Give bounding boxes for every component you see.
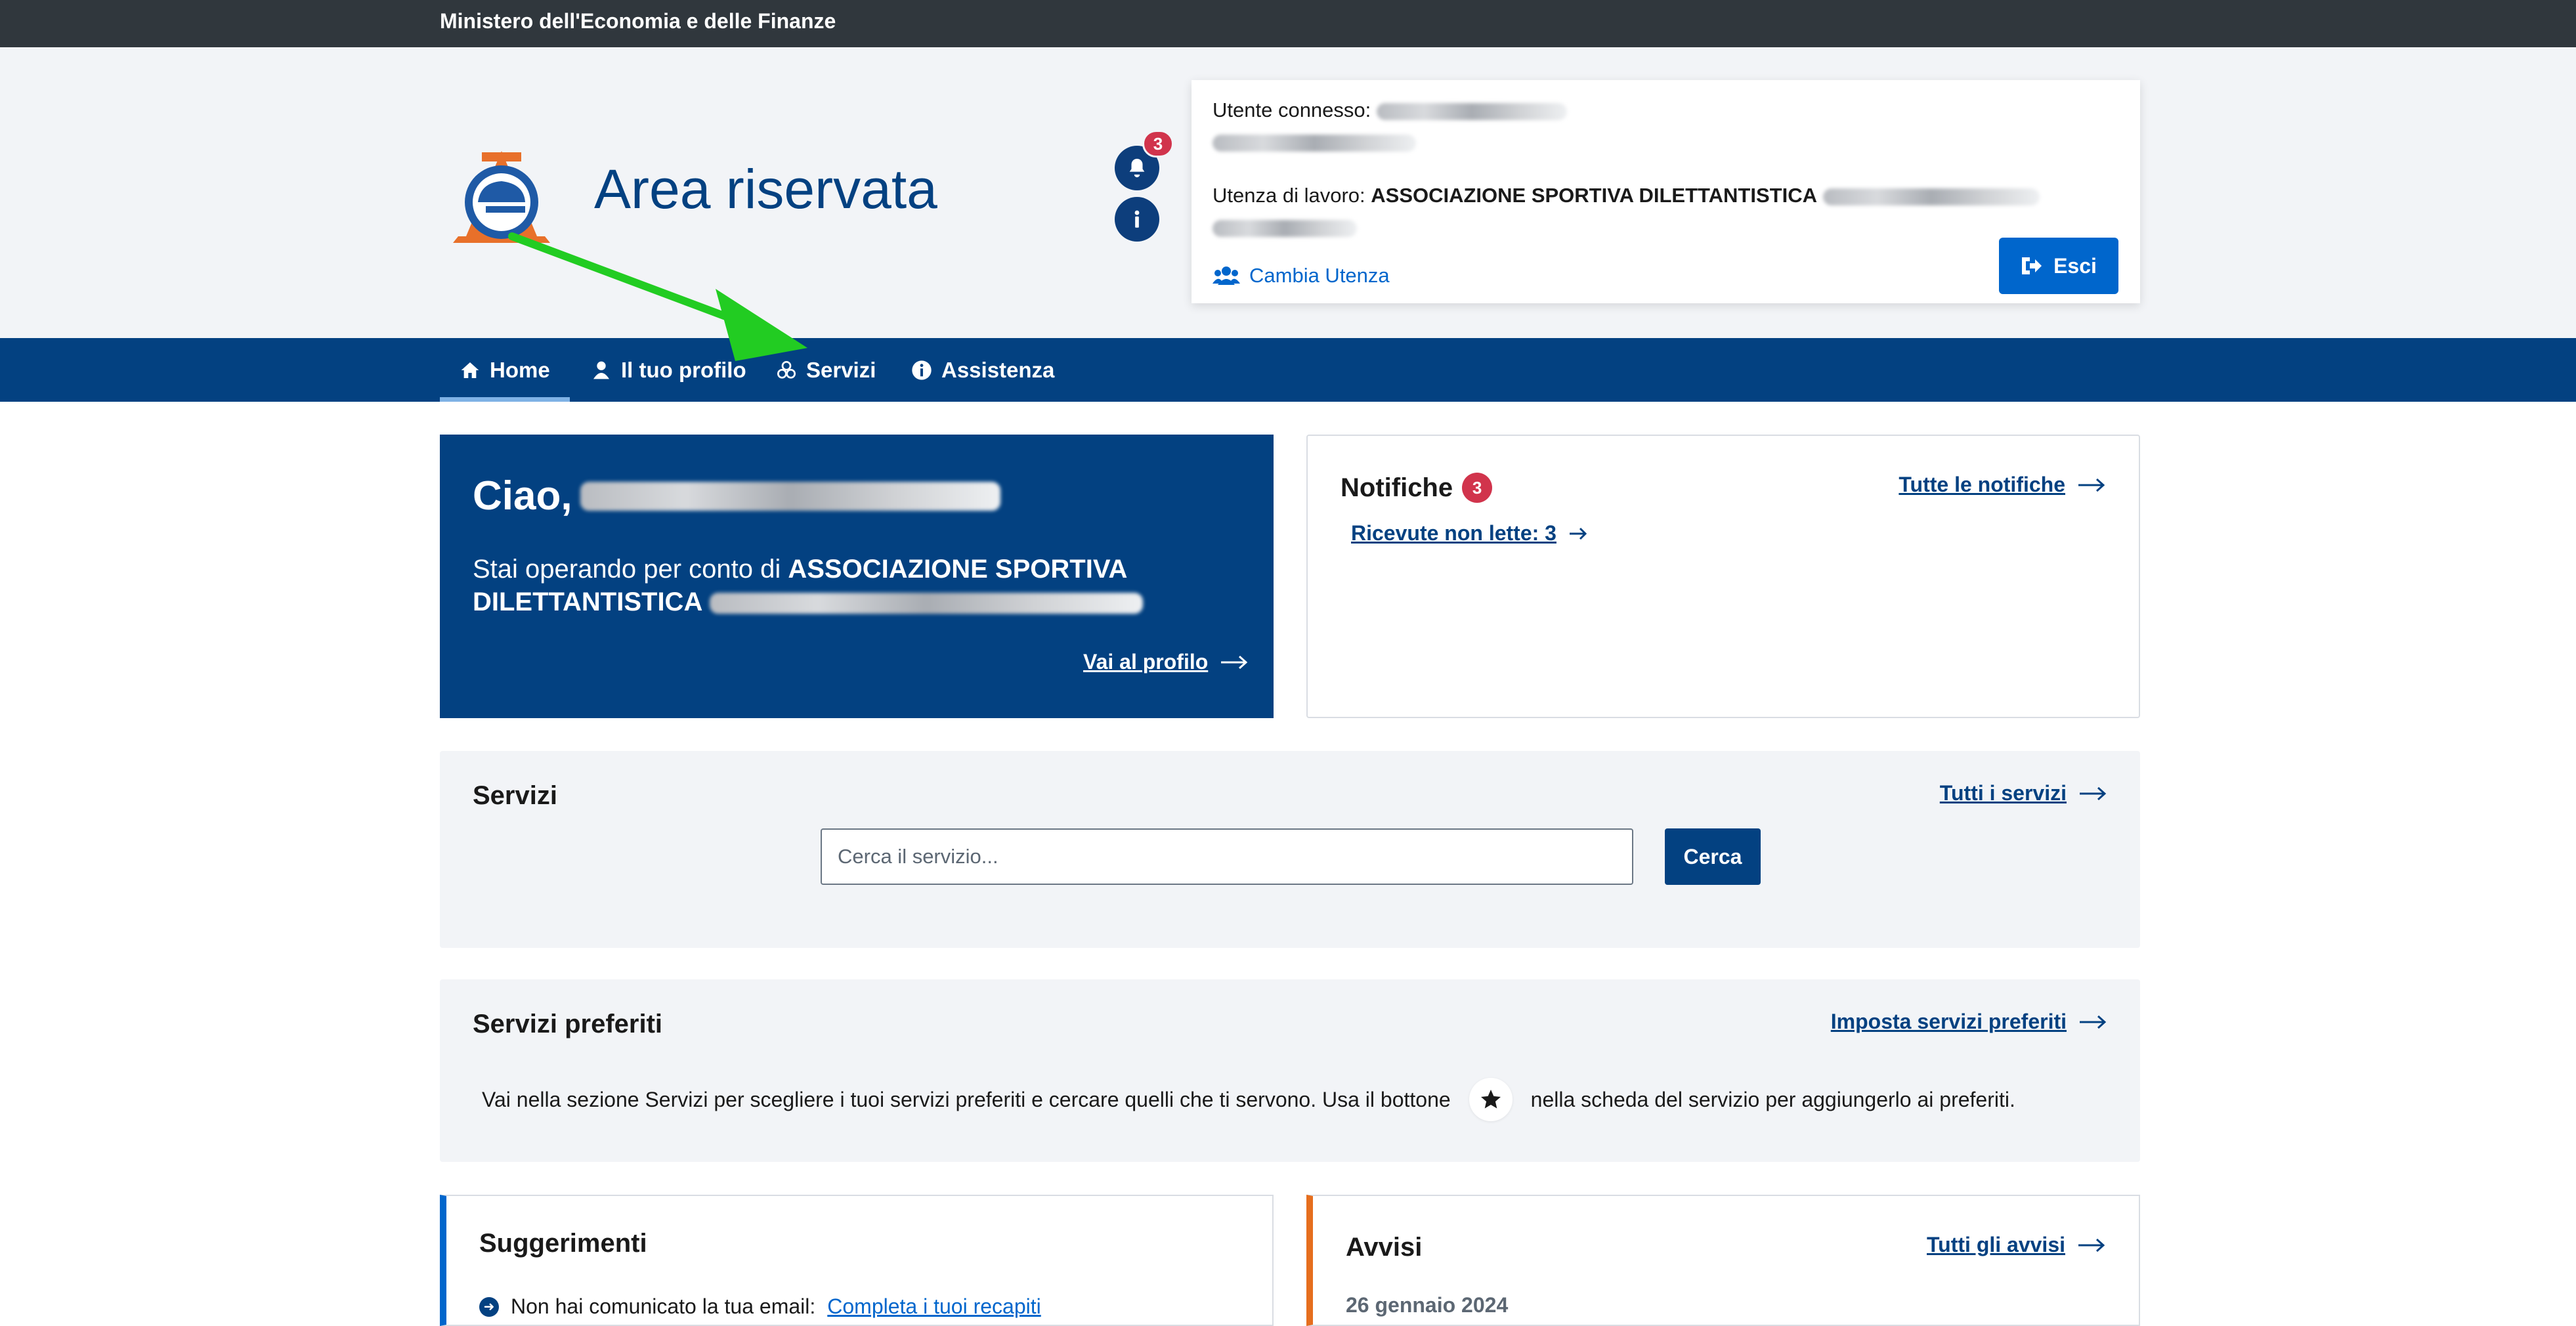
arrow-right-icon bbox=[1221, 655, 1248, 669]
notices-title: Avvisi bbox=[1346, 1233, 1423, 1262]
main-nav: Home Il tuo profilo Servizi Assistenza bbox=[0, 338, 2576, 402]
redacted-entity-id bbox=[710, 593, 1144, 614]
annotation-arrow bbox=[508, 232, 807, 361]
acting-on-behalf-text: Stai operando per conto di ASSOCIAZIONE … bbox=[473, 553, 1195, 618]
app-title: Area riservata bbox=[594, 158, 937, 220]
star-icon bbox=[1469, 1078, 1513, 1121]
connected-user: Utente connesso: bbox=[1213, 98, 1567, 122]
info-icon bbox=[912, 360, 932, 380]
page-header: Area riservata 3 Utente connesso: Utenza… bbox=[0, 47, 2576, 338]
suggestions-card: Suggerimenti ➜ Non hai comunicato la tua… bbox=[440, 1195, 1274, 1326]
all-services-link[interactable]: Tutti i servizi bbox=[1940, 781, 2107, 805]
redacted-workplace-id bbox=[1822, 188, 2040, 205]
go-to-profile-link[interactable]: Vai al profilo bbox=[1083, 650, 1249, 674]
favorites-description: Vai nella sezione Servizi per scegliere … bbox=[482, 1078, 2015, 1121]
all-notifications-link[interactable]: Tutte le notifiche bbox=[1899, 473, 2106, 497]
arrow-circle-icon: ➜ bbox=[479, 1296, 499, 1317]
notifications-count-badge: 3 bbox=[1462, 473, 1493, 503]
notifications-title: Notifiche 3 bbox=[1341, 473, 1493, 503]
users-icon bbox=[1213, 267, 1240, 285]
switch-user-link[interactable]: Cambia Utenza bbox=[1213, 264, 1390, 288]
arrow-right-icon bbox=[2078, 478, 2105, 492]
favorites-title: Servizi preferiti bbox=[473, 1010, 663, 1038]
redacted-fiscal-code bbox=[1213, 130, 1416, 154]
greeting: Ciao, bbox=[473, 473, 1000, 519]
redacted-workplace-code bbox=[1213, 215, 1357, 239]
arrow-right-icon bbox=[2080, 1015, 2107, 1029]
home-icon bbox=[461, 362, 479, 378]
info-icon bbox=[1134, 210, 1140, 228]
services-title: Servizi bbox=[473, 781, 557, 810]
workplace-user: Utenza di lavoro: ASSOCIAZIONE SPORTIVA … bbox=[1213, 184, 2040, 207]
set-favorites-link[interactable]: Imposta servizi preferiti bbox=[1831, 1010, 2107, 1034]
all-notices-link[interactable]: Tutti gli avvisi bbox=[1927, 1233, 2106, 1257]
info-button[interactable] bbox=[1115, 197, 1159, 242]
ministry-name: Ministero dell'Economia e delle Finanze bbox=[440, 9, 836, 33]
arrow-right-icon bbox=[2078, 1238, 2105, 1252]
logout-icon bbox=[2022, 257, 2042, 274]
services-section: Servizi Tutti i servizi Cerca bbox=[440, 751, 2140, 948]
service-search-input[interactable] bbox=[821, 828, 1633, 885]
welcome-card: Ciao, Stai operando per conto di ASSOCIA… bbox=[440, 435, 1274, 718]
unread-notifications-link[interactable]: Ricevute non lette: 3 bbox=[1351, 521, 1588, 545]
complete-contacts-link[interactable]: Completa i tuoi recapiti bbox=[827, 1294, 1041, 1319]
redacted-user-name bbox=[1376, 102, 1567, 120]
nav-assistance[interactable]: Assistenza bbox=[911, 338, 1054, 402]
notice-date: 26 gennaio 2024 bbox=[1346, 1293, 1509, 1317]
search-button[interactable]: Cerca bbox=[1665, 828, 1761, 885]
suggestion-item: ➜ Non hai comunicato la tua email: Compl… bbox=[479, 1294, 1041, 1319]
arrow-right-icon bbox=[1569, 527, 1587, 540]
suggestions-title: Suggerimenti bbox=[479, 1229, 647, 1258]
notices-card: Avvisi Tutti gli avvisi 26 gennaio 2024 bbox=[1306, 1195, 2140, 1326]
ministry-topbar: Ministero dell'Economia e delle Finanze bbox=[0, 0, 2576, 47]
redacted-user-name bbox=[580, 481, 1000, 511]
favorite-services-section: Servizi preferiti Imposta servizi prefer… bbox=[440, 979, 2140, 1162]
bell-icon bbox=[1129, 158, 1145, 178]
notification-count-badge: 3 bbox=[1142, 130, 1174, 158]
user-info-card: Utente connesso: Utenza di lavoro: ASSOC… bbox=[1191, 80, 2140, 303]
notifications-card: Notifiche 3 Tutte le notifiche Ricevute … bbox=[1306, 435, 2140, 718]
arrow-right-icon bbox=[2080, 786, 2107, 800]
logout-button[interactable]: Esci bbox=[1999, 238, 2118, 294]
